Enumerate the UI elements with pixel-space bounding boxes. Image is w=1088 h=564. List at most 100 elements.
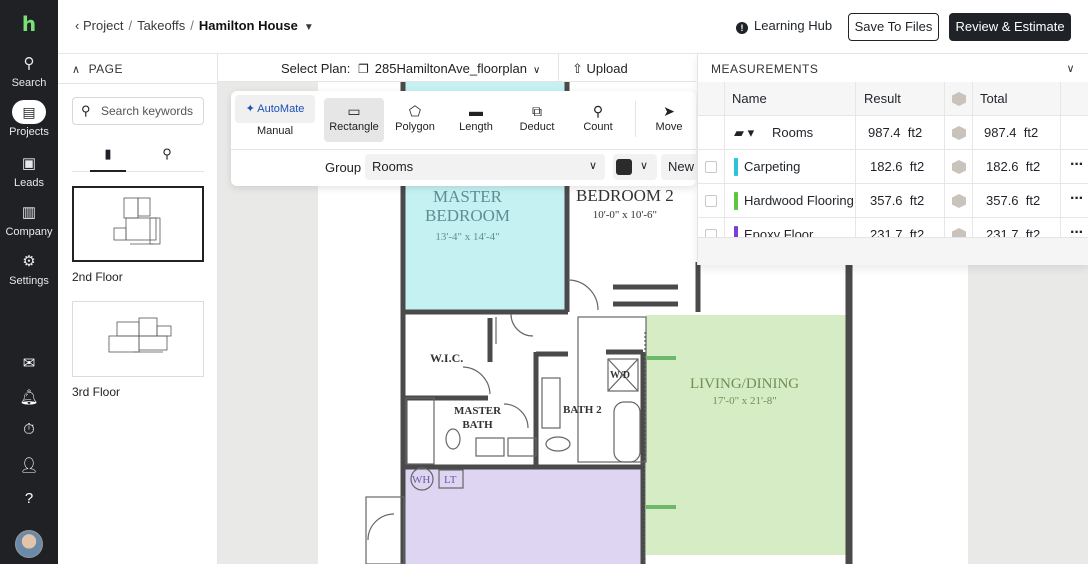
search-input[interactable]: ⚲ Search keywords bbox=[72, 97, 204, 125]
automate-tab[interactable]: ✦ AutoMate bbox=[235, 95, 315, 123]
plan-file-name: 285HamiltonAve_floorplan bbox=[374, 61, 528, 76]
count-icon: ⚲ bbox=[592, 103, 604, 119]
search-icon: ⚲ bbox=[23, 55, 35, 72]
chevron-down-icon: ∨ bbox=[533, 65, 541, 76]
chevron-up-icon[interactable]: ∧ bbox=[72, 63, 81, 76]
tool-polygon[interactable]: ⬠ Polygon bbox=[385, 98, 445, 142]
column-total[interactable]: Total bbox=[980, 82, 1007, 116]
rail-item-leads[interactable]: ▣ Leads bbox=[0, 155, 58, 189]
more-options-icon[interactable]: ··· bbox=[1070, 218, 1084, 237]
divider bbox=[558, 54, 559, 82]
upload-label: Upload bbox=[586, 61, 628, 76]
timer-icon[interactable]: ⏱︎ bbox=[0, 421, 58, 438]
review-estimate-button[interactable]: Review & Estimate bbox=[949, 13, 1071, 41]
tab-pinned[interactable]: ⚲ bbox=[149, 146, 185, 172]
leads-icon: ▣ bbox=[21, 155, 37, 172]
tool-rectangle[interactable]: ▭ Rectangle bbox=[324, 98, 384, 142]
settings-icon: ⚙ bbox=[22, 253, 36, 270]
caret-down-icon[interactable]: ▼ bbox=[304, 22, 314, 33]
color-picker[interactable]: ∨ bbox=[613, 154, 657, 180]
page-label: 3rd Floor bbox=[72, 385, 121, 399]
measurements-footer bbox=[698, 237, 1088, 265]
page-tabs: ▮ ⚲ bbox=[72, 138, 204, 172]
row-checkbox[interactable] bbox=[705, 161, 717, 173]
chevron-down-icon[interactable]: ∨ bbox=[1066, 62, 1075, 75]
company-icon: ▥ bbox=[21, 204, 37, 221]
room-label-wd: W/D bbox=[610, 370, 630, 381]
help-icon[interactable]: ? bbox=[0, 490, 58, 507]
save-to-files-button[interactable]: Save To Files bbox=[848, 13, 939, 41]
page-label: 2nd Floor bbox=[72, 270, 123, 284]
tab-pages[interactable]: ▮ bbox=[90, 146, 126, 172]
rail-item-projects[interactable]: ▤ Projects bbox=[0, 100, 58, 138]
cube-icon bbox=[952, 194, 966, 208]
ruler-icon: ▬ bbox=[469, 103, 483, 119]
color-swatch bbox=[734, 192, 738, 210]
new-group-button[interactable]: New bbox=[661, 154, 696, 180]
page-icon: ▮ bbox=[104, 146, 112, 161]
inbox-icon[interactable]: ✉ bbox=[0, 354, 58, 372]
tool-count[interactable]: ⚲ Count bbox=[568, 98, 628, 142]
rail-item-search[interactable]: ⚲ Search bbox=[0, 55, 58, 89]
app-logo[interactable]: h bbox=[0, 12, 58, 38]
rail-label-leads: Leads bbox=[14, 177, 44, 189]
chevron-down-icon: ∨ bbox=[640, 160, 649, 172]
rectangle-icon: ▭ bbox=[347, 103, 361, 119]
row-checkbox[interactable] bbox=[705, 195, 717, 207]
manual-tab[interactable]: Manual bbox=[235, 125, 315, 143]
search-icon: ⚲ bbox=[81, 103, 91, 118]
breadcrumb-separator: / bbox=[128, 18, 133, 33]
row-result: 987.4 ft2 bbox=[868, 125, 923, 140]
plan-bar: Select Plan: ❐ 285HamiltonAve_floorplan ∨ … bbox=[218, 54, 696, 82]
table-row[interactable]: Carpeting 182.6 ft2 182.6 ft2 ··· bbox=[698, 150, 1088, 184]
divider bbox=[635, 101, 636, 137]
upload-button[interactable]: ⇧ Upload bbox=[572, 61, 628, 77]
cube-icon bbox=[952, 92, 966, 106]
column-result[interactable]: Result bbox=[864, 82, 901, 116]
upload-icon: ⇧ bbox=[572, 61, 583, 76]
breadcrumb-takeoffs[interactable]: Takeoffs bbox=[137, 18, 185, 33]
color-swatch bbox=[734, 158, 738, 176]
chevron-left-icon[interactable]: ‹ bbox=[75, 18, 79, 33]
rail-item-settings[interactable]: ⚙ Settings bbox=[0, 253, 58, 287]
room-label-master-bath: MASTER BATH bbox=[454, 405, 502, 431]
column-name[interactable]: Name bbox=[732, 82, 767, 116]
user-settings-icon[interactable]: 👤︎ bbox=[0, 456, 58, 474]
room-label-wic: W.I.C. bbox=[430, 351, 464, 365]
plan-select[interactable]: ❐ 285HamiltonAve_floorplan ∨ bbox=[358, 61, 540, 76]
row-name: Rooms bbox=[772, 125, 814, 140]
projects-icon: ▤ bbox=[12, 100, 46, 124]
left-rail: h ⚲ Search ▤ Projects ▣ Leads ▥ Company … bbox=[0, 0, 58, 564]
page-thumbnail-2nd-floor[interactable] bbox=[72, 186, 204, 262]
row-checkbox[interactable] bbox=[705, 229, 717, 237]
tool-deduct[interactable]: ⧉ Deduct bbox=[507, 98, 567, 142]
more-options-icon[interactable]: ··· bbox=[1070, 150, 1084, 180]
page-panel-header[interactable]: ∧ PAGE bbox=[58, 54, 217, 84]
rail-item-company[interactable]: ▥ Company bbox=[0, 204, 58, 238]
floorplan-thumbnail bbox=[113, 197, 161, 245]
cube-icon bbox=[952, 126, 966, 140]
pages-icon: ❐ bbox=[358, 62, 369, 76]
breadcrumb-current[interactable]: Hamilton House bbox=[199, 18, 298, 33]
group-select[interactable]: Rooms ∨ bbox=[365, 154, 605, 180]
table-row[interactable]: Hardwood Flooring 357.6 ft2 357.6 ft2 ··… bbox=[698, 184, 1088, 218]
table-row[interactable]: Epoxy Floor 231.7 ft2 231.7 ft2 ··· bbox=[698, 218, 1088, 237]
learning-hub-link[interactable]: ! Learning Hub bbox=[736, 18, 832, 34]
folder-icon[interactable]: ▰ ▾ bbox=[734, 116, 754, 150]
tool-move[interactable]: ➤ Move bbox=[642, 98, 696, 142]
group-value: Rooms bbox=[372, 159, 414, 174]
page-thumbnail-3rd-floor[interactable] bbox=[72, 301, 204, 377]
measurements-header[interactable]: MEASUREMENTS ∨ bbox=[698, 54, 1088, 82]
more-options-icon[interactable]: ··· bbox=[1070, 184, 1084, 214]
row-name: Epoxy Floor bbox=[744, 227, 814, 237]
avatar[interactable] bbox=[15, 530, 43, 558]
row-total: 987.4 ft2 bbox=[984, 125, 1039, 140]
room-label-living-dining: LIVING/DINING 17'-0" x 21'-8" bbox=[690, 376, 800, 407]
cube-icon bbox=[952, 228, 966, 237]
table-row[interactable]: ▰ ▾ Rooms 987.4 ft2 987.4 ft2 bbox=[698, 116, 1088, 150]
bell-icon[interactable]: 🔔︎ bbox=[0, 388, 58, 406]
row-total: 182.6 ft2 bbox=[986, 159, 1041, 174]
tool-length[interactable]: ▬ Length bbox=[446, 98, 506, 142]
breadcrumb-project[interactable]: Project bbox=[83, 18, 123, 33]
row-result: 182.6 ft2 bbox=[870, 159, 925, 174]
